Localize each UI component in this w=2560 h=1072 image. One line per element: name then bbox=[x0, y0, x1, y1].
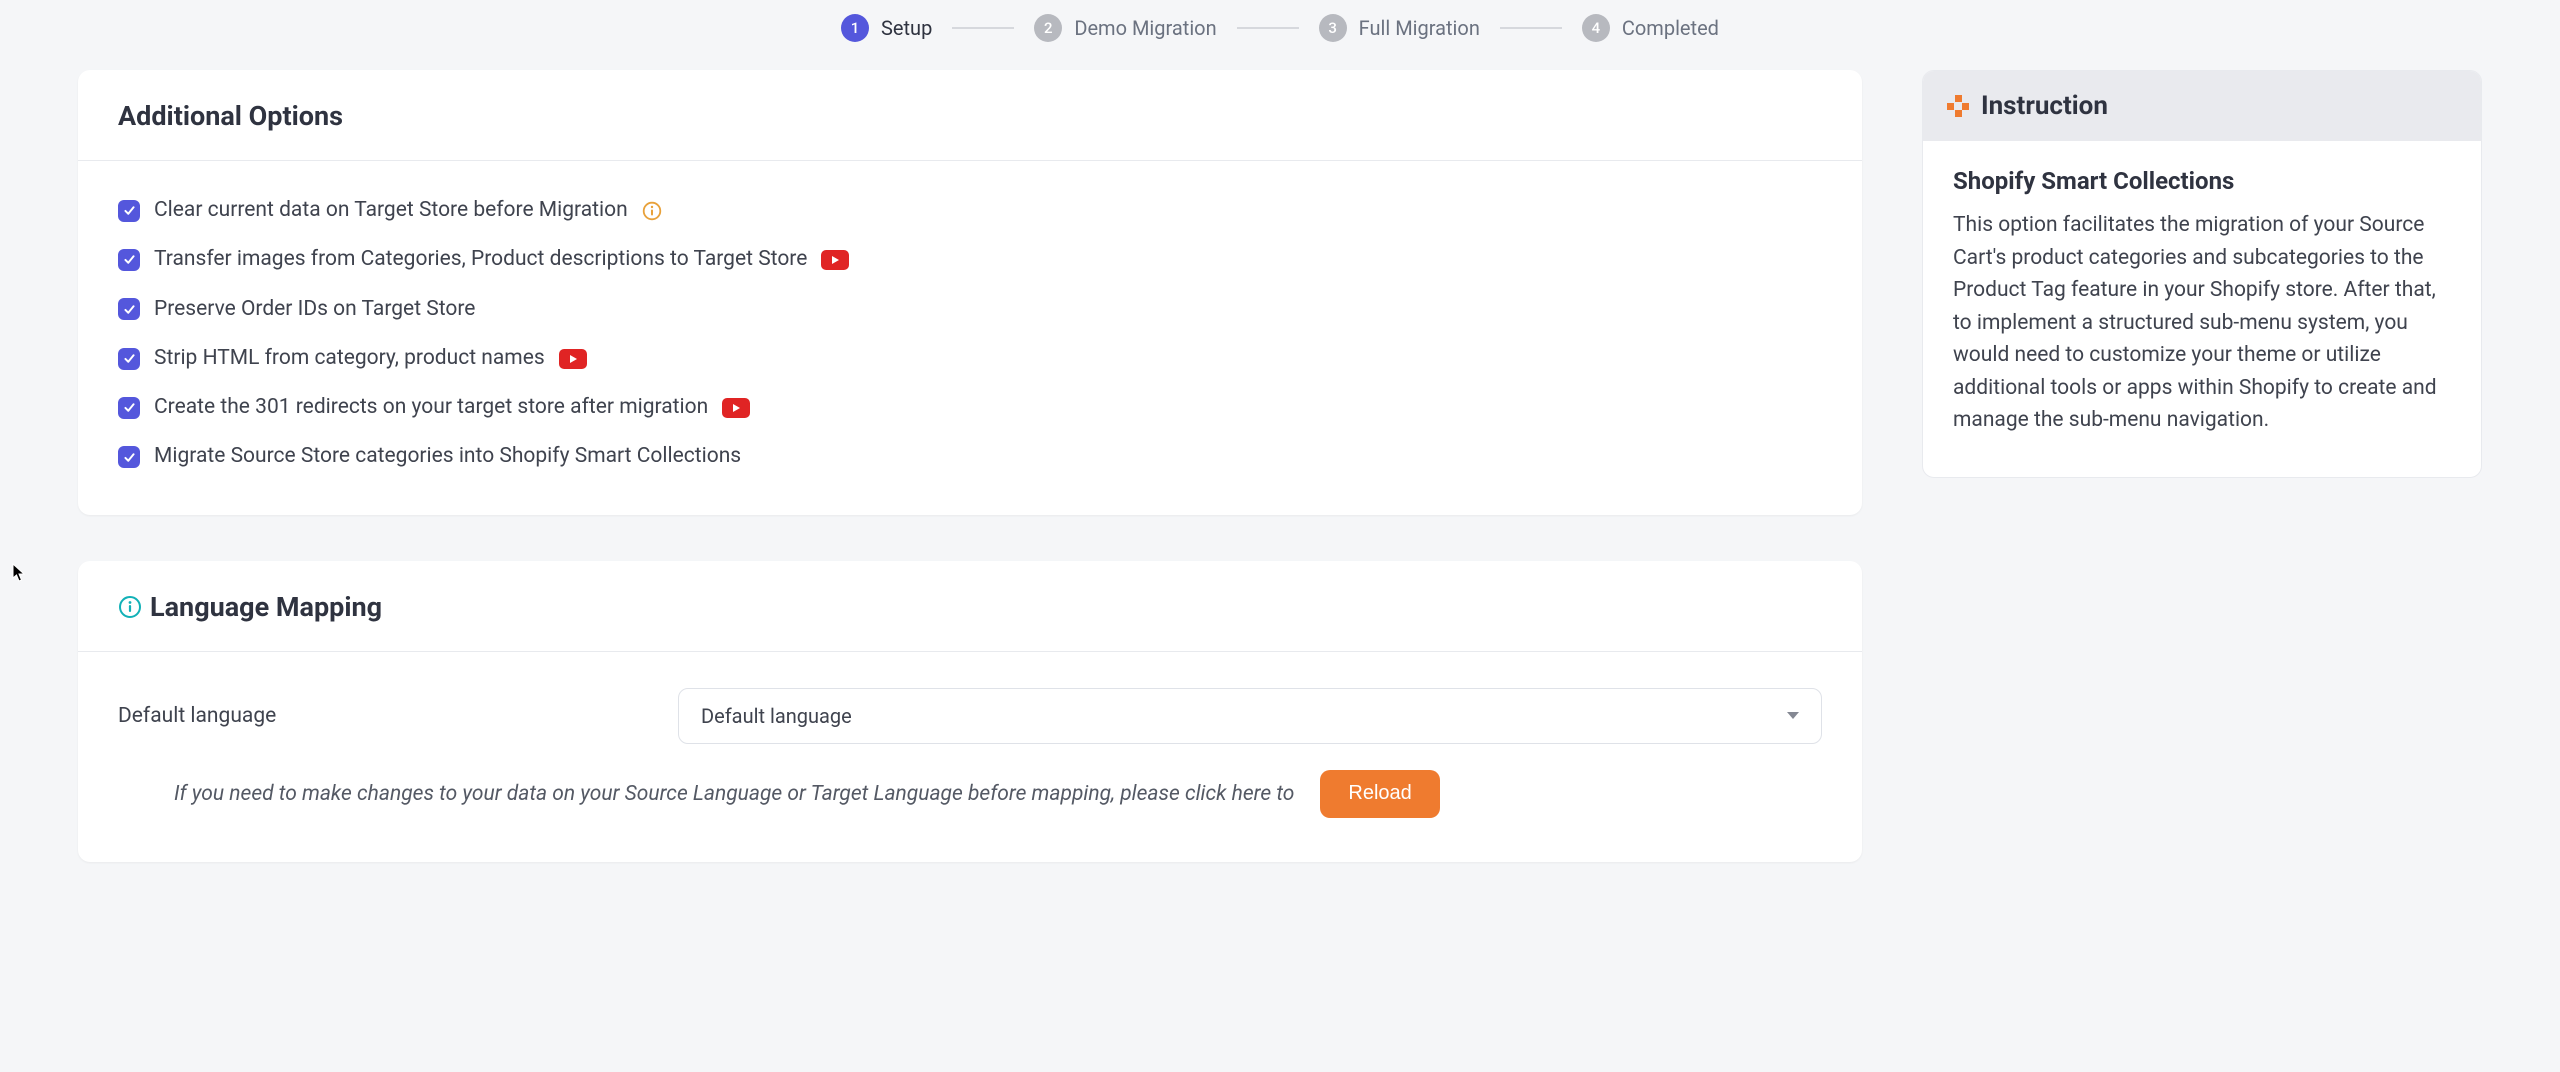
check-icon bbox=[123, 303, 136, 316]
check-icon bbox=[123, 451, 136, 464]
language-mapping-card: Language Mapping Default language Defaul… bbox=[78, 561, 1862, 862]
step-number: 3 bbox=[1319, 14, 1347, 42]
option-strip-html: Strip HTML from category, product names bbox=[118, 345, 1822, 372]
language-row: Default language Default language bbox=[118, 688, 1822, 744]
info-icon[interactable] bbox=[118, 595, 142, 619]
card-title: Language Mapping bbox=[150, 591, 382, 623]
reload-hint-text: If you need to make changes to your data… bbox=[174, 782, 1294, 806]
step-number: 4 bbox=[1582, 14, 1610, 42]
step-number: 2 bbox=[1034, 14, 1062, 42]
arrows-icon bbox=[1947, 95, 1969, 117]
option-clear-data: Clear current data on Target Store befor… bbox=[118, 197, 1822, 224]
checkbox[interactable] bbox=[118, 397, 140, 419]
step-demo-migration[interactable]: 2 Demo Migration bbox=[1034, 14, 1216, 42]
check-icon bbox=[123, 204, 136, 217]
chevron-down-icon bbox=[1787, 712, 1799, 719]
step-completed[interactable]: 4 Completed bbox=[1582, 14, 1719, 42]
check-icon bbox=[123, 401, 136, 414]
select-value: Default language bbox=[701, 704, 852, 728]
step-full-migration[interactable]: 3 Full Migration bbox=[1319, 14, 1480, 42]
option-preserve-order-ids: Preserve Order IDs on Target Store bbox=[118, 296, 1822, 323]
check-icon bbox=[123, 253, 136, 266]
instruction-heading: Shopify Smart Collections bbox=[1953, 167, 2451, 195]
option-label: Create the 301 redirects on your target … bbox=[154, 394, 708, 421]
default-language-select[interactable]: Default language bbox=[678, 688, 1822, 744]
step-connector bbox=[1500, 27, 1562, 29]
checkbox[interactable] bbox=[118, 200, 140, 222]
info-icon[interactable] bbox=[642, 201, 662, 221]
instruction-text: This option facilitates the migration of… bbox=[1953, 209, 2451, 437]
instruction-title: Instruction bbox=[1981, 91, 2108, 121]
instruction-panel: Instruction Shopify Smart Collections Th… bbox=[1922, 70, 2482, 478]
option-label: Strip HTML from category, product names bbox=[154, 345, 545, 372]
youtube-icon[interactable] bbox=[821, 250, 849, 270]
step-label: Demo Migration bbox=[1074, 16, 1216, 40]
option-smart-collections: Migrate Source Store categories into Sho… bbox=[118, 443, 1822, 470]
checkbox[interactable] bbox=[118, 249, 140, 271]
wizard-stepper: 1 Setup 2 Demo Migration 3 Full Migratio… bbox=[0, 0, 2560, 70]
instruction-header: Instruction bbox=[1923, 71, 2481, 141]
checkbox[interactable] bbox=[118, 446, 140, 468]
card-header: Additional Options bbox=[78, 70, 1862, 161]
option-label: Migrate Source Store categories into Sho… bbox=[154, 443, 741, 470]
additional-options-card: Additional Options Clear current data on… bbox=[78, 70, 1862, 515]
option-transfer-images: Transfer images from Categories, Product… bbox=[118, 246, 1822, 273]
card-title: Additional Options bbox=[118, 100, 343, 132]
instruction-body: Shopify Smart Collections This option fa… bbox=[1923, 141, 2481, 477]
option-301-redirects: Create the 301 redirects on your target … bbox=[118, 394, 1822, 421]
option-label: Clear current data on Target Store befor… bbox=[154, 197, 628, 224]
option-label: Transfer images from Categories, Product… bbox=[154, 246, 807, 273]
card-header: Language Mapping bbox=[78, 561, 1862, 652]
step-number: 1 bbox=[841, 14, 869, 42]
reload-button[interactable]: Reload bbox=[1320, 770, 1439, 818]
option-label: Preserve Order IDs on Target Store bbox=[154, 296, 475, 323]
step-connector bbox=[1237, 27, 1299, 29]
checkbox[interactable] bbox=[118, 348, 140, 370]
step-setup[interactable]: 1 Setup bbox=[841, 14, 932, 42]
reload-row: If you need to make changes to your data… bbox=[118, 770, 1822, 818]
step-label: Completed bbox=[1622, 16, 1719, 40]
youtube-icon[interactable] bbox=[559, 349, 587, 369]
check-icon bbox=[123, 352, 136, 365]
default-language-label: Default language bbox=[118, 704, 638, 728]
step-label: Setup bbox=[881, 16, 932, 40]
checkbox[interactable] bbox=[118, 298, 140, 320]
options-list: Clear current data on Target Store befor… bbox=[118, 197, 1822, 471]
youtube-icon[interactable] bbox=[722, 398, 750, 418]
step-connector bbox=[952, 27, 1014, 29]
step-label: Full Migration bbox=[1359, 16, 1480, 40]
